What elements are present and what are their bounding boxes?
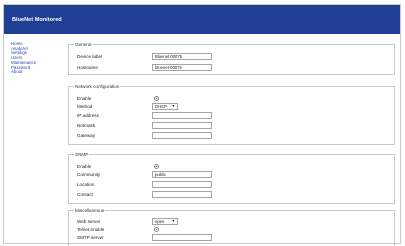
app-window: BlueNet Monitored Home Analyzer Settings… bbox=[3, 4, 401, 246]
netmask-input[interactable] bbox=[152, 122, 212, 129]
ip-address-input[interactable] bbox=[152, 112, 212, 119]
network-enable-label: Enable bbox=[77, 96, 92, 101]
device-label-label: Device label bbox=[77, 54, 103, 59]
telnet-label: Telnet enable bbox=[77, 227, 105, 232]
smtp-label: SMTP server bbox=[77, 235, 104, 240]
method-value: DHCP bbox=[155, 104, 167, 109]
snmp-enable-checkbox[interactable] bbox=[154, 164, 159, 169]
community-input[interactable]: public bbox=[152, 171, 212, 178]
ip-address-row: IP address bbox=[77, 112, 377, 120]
web-server-label: Web server bbox=[77, 219, 101, 224]
location-row: Location bbox=[77, 181, 377, 189]
gateway-row: Gateway bbox=[77, 132, 377, 140]
gateway-input[interactable] bbox=[152, 132, 212, 139]
gateway-label: Gateway bbox=[77, 133, 96, 138]
method-label: Method bbox=[77, 104, 93, 109]
device-label-row: Device label Bluenet 00075 bbox=[77, 53, 377, 61]
snmp-section: SNMP Enable Community public Location Co… bbox=[68, 152, 395, 204]
community-label: Community bbox=[77, 172, 101, 177]
snmp-enable-row: Enable bbox=[77, 163, 377, 171]
network-enable-checkbox[interactable] bbox=[154, 96, 159, 101]
device-label-input[interactable]: Bluenet 00075 bbox=[152, 53, 212, 60]
network-legend: Network configuration bbox=[74, 84, 121, 89]
hostname-label: Hostname bbox=[77, 65, 98, 70]
snmp-legend: SNMP bbox=[74, 152, 90, 157]
misc-section: Miscellaneous Web server open ▼ Telnet en… bbox=[68, 208, 395, 246]
contact-row: Contact bbox=[77, 191, 377, 199]
hostname-row: Hostname bluenet-00075 bbox=[77, 64, 377, 72]
method-row: Method DHCP ▼ bbox=[77, 103, 377, 111]
misc-legend: Miscellaneous bbox=[74, 208, 106, 213]
location-input[interactable] bbox=[152, 181, 212, 188]
hostname-input[interactable]: bluenet-00075 bbox=[152, 64, 212, 71]
chevron-down-icon: ▼ bbox=[171, 219, 175, 223]
web-server-value: open bbox=[155, 219, 165, 224]
location-label: Location bbox=[77, 182, 95, 187]
contact-input[interactable] bbox=[152, 191, 212, 198]
app-title: BlueNet Monitored bbox=[12, 17, 62, 23]
telnet-checkbox[interactable] bbox=[154, 227, 159, 232]
general-legend: General bbox=[74, 42, 93, 47]
community-row: Community public bbox=[77, 171, 377, 179]
chevron-down-icon: ▼ bbox=[171, 104, 175, 108]
smtp-input[interactable] bbox=[152, 234, 212, 241]
sidebar-item-about[interactable]: About bbox=[11, 70, 61, 75]
sidebar-nav: Home Analyzer Settings Users Maintenance… bbox=[11, 41, 61, 75]
network-enable-row: Enable bbox=[77, 95, 377, 103]
netmask-label: Netmask bbox=[77, 123, 96, 128]
netmask-row: Netmask bbox=[77, 122, 377, 130]
telnet-row: Telnet enable bbox=[77, 226, 377, 234]
snmp-enable-label: Enable bbox=[77, 164, 92, 169]
web-server-row: Web server open ▼ bbox=[77, 218, 377, 226]
network-section: Network configuration Enable Method DHCP… bbox=[68, 84, 395, 145]
general-section: General Device label Bluenet 00075 Hostn… bbox=[68, 42, 395, 75]
contact-label: Contact bbox=[77, 192, 93, 197]
ip-address-label: IP address bbox=[77, 113, 99, 118]
web-server-select[interactable]: open ▼ bbox=[152, 218, 178, 225]
smtp-row: SMTP server bbox=[77, 234, 377, 242]
method-select[interactable]: DHCP ▼ bbox=[152, 103, 178, 110]
header-banner: BlueNet Monitored bbox=[4, 5, 400, 34]
